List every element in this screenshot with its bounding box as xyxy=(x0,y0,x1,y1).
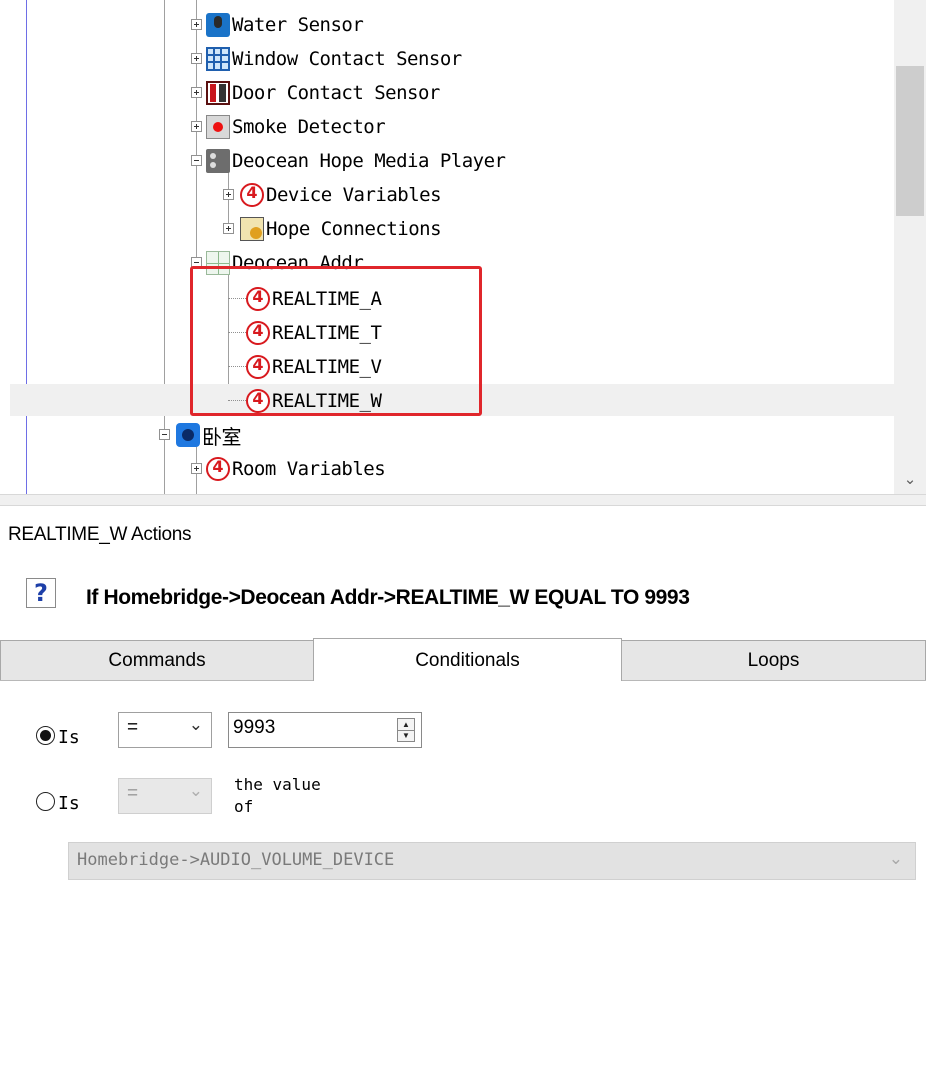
chevron-down-icon: ⌄ xyxy=(188,715,203,735)
expand-toggle[interactable] xyxy=(191,19,202,30)
expand-toggle[interactable] xyxy=(191,121,202,132)
door-contact-icon xyxy=(206,81,230,105)
scroll-down-icon[interactable]: ⌄ xyxy=(894,464,926,494)
tree-item-label: Smoke Detector xyxy=(232,116,386,138)
operator-value: = xyxy=(127,717,139,738)
expand-toggle[interactable] xyxy=(191,53,202,64)
collapse-toggle[interactable] xyxy=(191,155,202,166)
condition-summary: If Homebridge->Deocean Addr->REALTIME_W … xyxy=(86,586,690,609)
media-player-icon xyxy=(206,149,230,173)
expand-toggle[interactable] xyxy=(223,189,234,200)
chevron-down-icon: ⌄ xyxy=(888,849,903,869)
question-icon: ? xyxy=(26,578,56,608)
expand-toggle[interactable] xyxy=(191,463,202,474)
variable-icon xyxy=(206,457,230,481)
expand-toggle[interactable] xyxy=(191,87,202,98)
tree-item-label: 卧室 xyxy=(202,424,242,449)
device-tree[interactable]: Water Sensor Window Contact Sensor Door … xyxy=(0,0,926,494)
room-icon xyxy=(176,423,200,447)
tree-item-smoke-detector[interactable]: Smoke Detector xyxy=(206,112,386,142)
tree-item-label: Water Sensor xyxy=(232,14,364,36)
tree-guide-line xyxy=(164,0,165,494)
is-label: Is xyxy=(58,793,80,814)
highlight-box xyxy=(190,266,482,416)
variable-icon xyxy=(240,183,264,207)
tree-item-label: Door Contact Sensor xyxy=(232,82,440,104)
vertical-scrollbar[interactable]: ⌄ xyxy=(894,0,926,494)
action-tabs: Commands Conditionals Loops xyxy=(0,638,926,681)
actions-title: REALTIME_W Actions xyxy=(8,524,192,545)
value-text: 9993 xyxy=(233,717,276,738)
connections-icon xyxy=(240,217,264,241)
smoke-detector-icon xyxy=(206,115,230,139)
value-input[interactable]: 9993 ▲ ▼ xyxy=(228,712,422,748)
tree-item-label: Hope Connections xyxy=(266,218,442,240)
value-spinner[interactable]: ▲ ▼ xyxy=(397,718,415,742)
tab-loops[interactable]: Loops xyxy=(621,640,926,680)
water-sensor-icon xyxy=(206,13,230,37)
operator-value: = xyxy=(127,783,139,804)
tree-item-label: Window Contact Sensor xyxy=(232,48,462,70)
device-select[interactable]: Homebridge->AUDIO_VOLUME_DEVICE ⌄ xyxy=(68,842,916,880)
scrollbar-thumb[interactable] xyxy=(896,66,924,216)
tree-item-water-sensor[interactable]: Water Sensor xyxy=(206,10,364,40)
expand-toggle[interactable] xyxy=(223,223,234,234)
tree-item-window-contact-sensor[interactable]: Window Contact Sensor xyxy=(206,44,462,74)
operator-select[interactable]: = ⌄ xyxy=(118,712,212,748)
radio-is-device-value[interactable] xyxy=(36,792,55,811)
tree-item-media-player[interactable]: Deocean Hope Media Player xyxy=(206,146,506,176)
spin-down-icon[interactable]: ▼ xyxy=(398,730,414,741)
collapse-toggle[interactable] xyxy=(159,429,170,440)
tree-guide-line xyxy=(26,0,27,494)
window-contact-icon xyxy=(206,47,230,71)
device-select-value: Homebridge->AUDIO_VOLUME_DEVICE xyxy=(77,850,395,870)
is-label: Is xyxy=(58,727,80,748)
tree-item-room-variables[interactable]: Room Variables xyxy=(206,454,386,484)
tree-item-label: Device Variables xyxy=(266,184,442,206)
tab-conditionals[interactable]: Conditionals xyxy=(313,638,622,681)
tree-item-room[interactable]: 卧室 xyxy=(176,420,242,450)
tree-guide-line xyxy=(228,170,229,230)
operator-select-disabled[interactable]: = ⌄ xyxy=(118,778,212,814)
panel-splitter[interactable] xyxy=(0,494,926,506)
radio-is-value[interactable] xyxy=(36,726,55,745)
tree-item-device-variables[interactable]: Device Variables xyxy=(240,180,442,210)
tree-item-door-contact-sensor[interactable]: Door Contact Sensor xyxy=(206,78,440,108)
chevron-down-icon: ⌄ xyxy=(188,781,203,801)
tab-commands[interactable]: Commands xyxy=(0,640,314,680)
tree-item-label: Room Variables xyxy=(232,458,386,480)
tree-item-label: Deocean Hope Media Player xyxy=(232,150,506,172)
value-of-label: the value of xyxy=(234,775,321,816)
tree-item-hope-connections[interactable]: Hope Connections xyxy=(240,214,442,244)
